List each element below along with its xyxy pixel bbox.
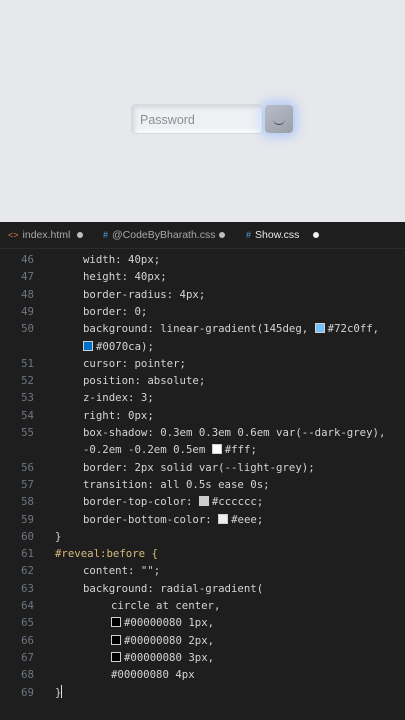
line-number: 53 bbox=[21, 391, 34, 405]
line-number: 54 bbox=[21, 408, 34, 422]
tab-label: index.html bbox=[22, 229, 71, 241]
code-text: border-top-color: #cccccc; bbox=[83, 495, 264, 509]
color-swatch[interactable] bbox=[111, 651, 121, 662]
tab-label: @CodeByBharath.css bbox=[112, 229, 216, 241]
code-text: #00000080 2px, bbox=[111, 632, 214, 649]
code-text: #00000080 3px, bbox=[111, 649, 214, 666]
unsaved-dot-icon bbox=[219, 232, 225, 238]
code-text: background: radial-gradient( bbox=[83, 581, 264, 595]
color-swatch[interactable] bbox=[211, 444, 222, 455]
tab-show-css[interactable]: # Show.css bbox=[238, 222, 336, 248]
color-swatch[interactable] bbox=[111, 634, 121, 645]
line-number: 49 bbox=[21, 304, 34, 318]
text-cursor bbox=[61, 684, 63, 698]
password-field-container: Password bbox=[131, 104, 295, 136]
code-text: right: 0px; bbox=[83, 408, 154, 422]
line-number: 46 bbox=[21, 253, 34, 266]
color-swatch[interactable] bbox=[314, 323, 325, 334]
line-number: 63 bbox=[21, 581, 34, 595]
line-number: 55 bbox=[21, 426, 34, 439]
unsaved-dot-icon bbox=[313, 232, 319, 238]
code-text: cursor: pointer; bbox=[83, 356, 186, 370]
reveal-password-button[interactable] bbox=[265, 105, 293, 133]
line-number: 64 bbox=[21, 599, 34, 612]
color-swatch[interactable] bbox=[218, 513, 229, 524]
line-number: 52 bbox=[21, 374, 34, 388]
preview-area: Password bbox=[0, 0, 405, 222]
code-text: content: ""; bbox=[83, 564, 161, 578]
unsaved-dot-icon bbox=[77, 232, 83, 238]
code-text: border-radius: 4px; bbox=[83, 287, 206, 301]
line-number: 56 bbox=[21, 460, 34, 474]
line-number: 60 bbox=[21, 529, 34, 543]
line-number: 59 bbox=[21, 512, 34, 526]
eye-closed-icon bbox=[273, 118, 285, 125]
code-text: border: 0; bbox=[83, 304, 148, 318]
tab-label: Show.css bbox=[255, 229, 300, 241]
code-text: border-bottom-color: #eee; bbox=[83, 512, 264, 526]
code-text: z-index: 3; bbox=[83, 391, 154, 405]
color-swatch[interactable] bbox=[198, 496, 209, 507]
code-editor[interactable]: 46 width: 40px; 47 height: 40px; 48 border-ra… bbox=[0, 249, 405, 720]
line-number: 48 bbox=[21, 287, 34, 301]
code-text: position: absolute; bbox=[83, 374, 206, 388]
css-file-icon: # bbox=[103, 230, 109, 240]
code-text: transition: all 0.5s ease 0s; bbox=[83, 477, 270, 491]
line-number: 65 bbox=[21, 616, 34, 630]
line-number: 67 bbox=[21, 650, 34, 664]
line-number: 51 bbox=[21, 356, 34, 370]
password-input[interactable]: Password bbox=[131, 104, 263, 134]
line-number: 50 bbox=[21, 322, 34, 336]
tab-codebybharath-css[interactable]: # @CodeByBharath.css bbox=[103, 222, 215, 248]
code-text: box-shadow: 0.3em 0.3em 0.6em var(--dark… bbox=[83, 426, 386, 439]
line-number: 69 bbox=[21, 685, 34, 699]
line-number: 61 bbox=[21, 547, 34, 561]
color-swatch[interactable] bbox=[83, 340, 93, 351]
code-text: background: linear-gradient(145deg, #72c… bbox=[83, 322, 380, 336]
code-text: #reveal:before { bbox=[55, 547, 158, 561]
code-text: #0070ca); bbox=[83, 338, 154, 355]
html-file-icon: <> bbox=[8, 230, 19, 240]
code-text: } bbox=[55, 529, 62, 543]
code-text: border: 2px solid var(--light-grey); bbox=[83, 460, 315, 474]
editor-tab-bar: <> index.html # @CodeByBharath.css # Show.c… bbox=[0, 222, 405, 249]
line-number: 68 bbox=[21, 668, 34, 682]
color-swatch[interactable] bbox=[111, 617, 121, 628]
tab-index-html[interactable]: <> index.html bbox=[8, 222, 70, 248]
line-number: 66 bbox=[21, 633, 34, 647]
code-text: } bbox=[55, 684, 63, 699]
code-text: #00000080 4px bbox=[111, 668, 195, 682]
line-number: 58 bbox=[21, 495, 34, 509]
line-number: 57 bbox=[21, 477, 34, 491]
line-number: 62 bbox=[21, 564, 34, 578]
code-text: -0.2em -0.2em 0.5em #fff; bbox=[83, 443, 257, 457]
css-file-icon: # bbox=[246, 230, 252, 240]
line-number: 47 bbox=[21, 270, 34, 284]
code-text: circle at center, bbox=[111, 599, 221, 612]
code-text: #00000080 1px, bbox=[111, 614, 214, 631]
code-text: width: 40px; bbox=[83, 253, 161, 266]
code-text: height: 40px; bbox=[83, 270, 167, 284]
